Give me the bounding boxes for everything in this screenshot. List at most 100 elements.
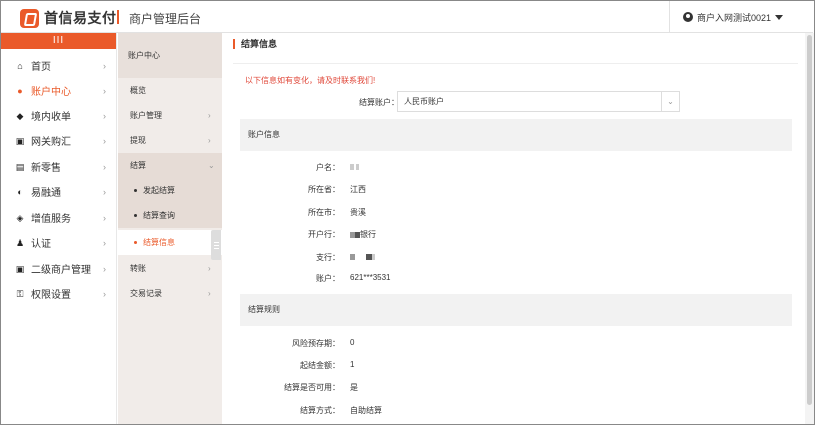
field-label: 账户： [316,274,340,283]
field-label: 风险预存期： [292,339,340,348]
submenu-item-label: 账户管理 [130,111,162,120]
submenu-item-settlement-info[interactable]: 结算信息 [118,230,222,255]
submenu-item-settlement-query[interactable]: 结算查询 [118,203,222,228]
bullet-icon [134,189,137,192]
sidebar-item-account-center[interactable]: ● 账户中心 › [1,80,117,101]
sidebar-item-label: 认证 [31,239,51,250]
sidebar-item-permissions[interactable]: ⚿ 权限设置 › [1,283,117,304]
submenu-item-withdraw[interactable]: 提现 › [118,128,222,153]
field-value [350,162,360,171]
user-name: 商户入网测试0021 [697,12,772,23]
settlement-account-label: 结算账户： [359,98,399,107]
scrollbar-thumb[interactable] [807,35,812,405]
field-label: 所在市： [308,208,340,217]
submenu-item-overview[interactable]: 概览 [118,78,222,103]
header-title: 商户管理后台 [129,12,202,26]
submenu-item-label: 转账 [130,264,146,273]
chevron-down-icon: ⌄ [661,92,679,111]
chevron-right-icon: › [103,60,106,71]
sidebar-item-label: 二级商户管理 [31,265,91,276]
sidebar-item-domestic-acquiring[interactable]: ◆ 境内收单 › [1,105,117,126]
sidebar-item-label: 账户中心 [31,87,71,98]
chevron-right-icon: › [103,186,106,197]
field-label: 所在省： [308,185,340,194]
field-value: 银行 [350,229,376,240]
home-icon: ⌂ [17,60,23,71]
field-value: 自助结算 [350,406,382,415]
chevron-right-icon: › [103,110,106,121]
sidebar-item-sub-merchants[interactable]: ▣ 二级商户管理 › [1,258,117,279]
submenu-item-transaction-records[interactable]: 交易记录 › [118,281,222,306]
submenu-item-label: 交易记录 [130,289,162,298]
header-divider [117,10,119,24]
sidebar-toggle[interactable]: III [1,33,116,49]
submenu-item-label: 结算 [130,161,146,170]
field-value: 0 [350,338,355,347]
section-settlement-rules: 结算规则 [240,294,792,326]
chevron-right-icon: › [103,161,106,172]
bank-suffix: 银行 [360,230,376,239]
sidebar-item-new-retail[interactable]: ▤ 新零售 › [1,156,117,177]
sidebar-item-label: 首页 [31,62,51,73]
field-settlement-available: 结算是否可用： 是 [245,382,645,394]
sidebar-item-label: 网关购汇 [31,137,71,148]
submenu-item-settlement[interactable]: 结算 ⌄ [118,153,222,178]
field-bank: 开户行： 银行 [245,229,645,241]
title-divider [233,63,798,64]
brand-logo[interactable]: 首信易支付 [20,8,117,28]
sidebar-item-label: 境内收单 [31,112,71,123]
chevron-right-icon: › [103,288,106,299]
finance-icon: ◐ [17,186,23,197]
field-label: 开户行： [308,230,340,239]
field-risk-period: 风险预存期： 0 [245,338,645,350]
account-circle-icon [683,12,693,22]
field-label: 户名： [316,163,340,172]
chevron-right-icon: › [103,135,106,146]
sidebar-item-value-added[interactable]: ◈ 增值服务 › [1,207,117,228]
sidebar-item-verification[interactable]: ♟ 认证 › [1,232,117,253]
sidebar-item-gateway-fx[interactable]: ▣ 网关购汇 › [1,130,117,151]
sub-menu: 账户中心 概览 账户管理 › 提现 › 结算 ⌄ 发起结算 结算查询 结算信息 … [118,33,222,424]
diamond-icon: ◈ [16,212,24,223]
field-value: 贵溪 [350,208,366,217]
redacted-block [372,253,376,260]
field-account-name: 户名： [245,162,645,174]
content-scrollbar[interactable] [805,33,814,424]
chevron-right-icon: › [103,237,106,248]
field-city: 所在市： 贵溪 [245,207,645,219]
bank-icon: ▣ [15,135,25,146]
layers-icon: ◆ [16,110,24,121]
field-value [350,252,376,261]
field-account-number: 账户： 621***3531 [245,273,645,285]
sidebar-item-home[interactable]: ⌂ 首页 › [1,55,117,76]
field-label: 支行： [316,253,340,262]
sidebar-item-label: 新零售 [31,163,61,174]
user-menu[interactable]: 商户入网测试0021 [669,1,814,33]
sidebar-item-label: 增值服务 [31,214,71,225]
settlement-account-select[interactable]: 人民币账户 ⌄ [397,91,680,112]
top-header: 首信易支付 商户管理后台 商户入网测试0021 [1,1,813,33]
submenu-item-transfer[interactable]: 转账 › [118,256,222,281]
redacted-block [356,163,360,170]
redacted-block [350,163,354,170]
main-sidebar: III ⌂ 首页 › ● 账户中心 › ◆ 境内收单 › ▣ 网关购汇 › ▤ … [1,33,117,424]
field-settlement-method: 结算方式： 自助结算 [245,405,645,417]
sidebar-item-yirongtong[interactable]: ◐ 易融通 › [1,181,117,202]
submenu-heading: 账户中心 [118,33,222,78]
caret-down-icon [775,14,784,20]
chevron-right-icon: › [208,264,211,273]
select-value: 人民币账户 [404,97,444,106]
redacted-block [350,253,355,260]
field-province: 所在省： 江西 [245,184,645,196]
key-icon: ⚿ [16,288,24,299]
page-title: 结算信息 [233,39,277,49]
brand-name: 首信易支付 [44,10,117,26]
section-account-info: 账户信息 [240,119,792,151]
submenu-item-initiate-settlement[interactable]: 发起结算 [118,178,222,203]
notice-text: 以下信息如有变化，请及时联系我们! [245,76,376,85]
chevron-right-icon: › [208,136,211,145]
chevron-right-icon: › [103,263,106,274]
person-icon: ♟ [15,237,25,248]
cart-icon: ▤ [15,161,25,172]
submenu-item-account-management[interactable]: 账户管理 › [118,103,222,128]
